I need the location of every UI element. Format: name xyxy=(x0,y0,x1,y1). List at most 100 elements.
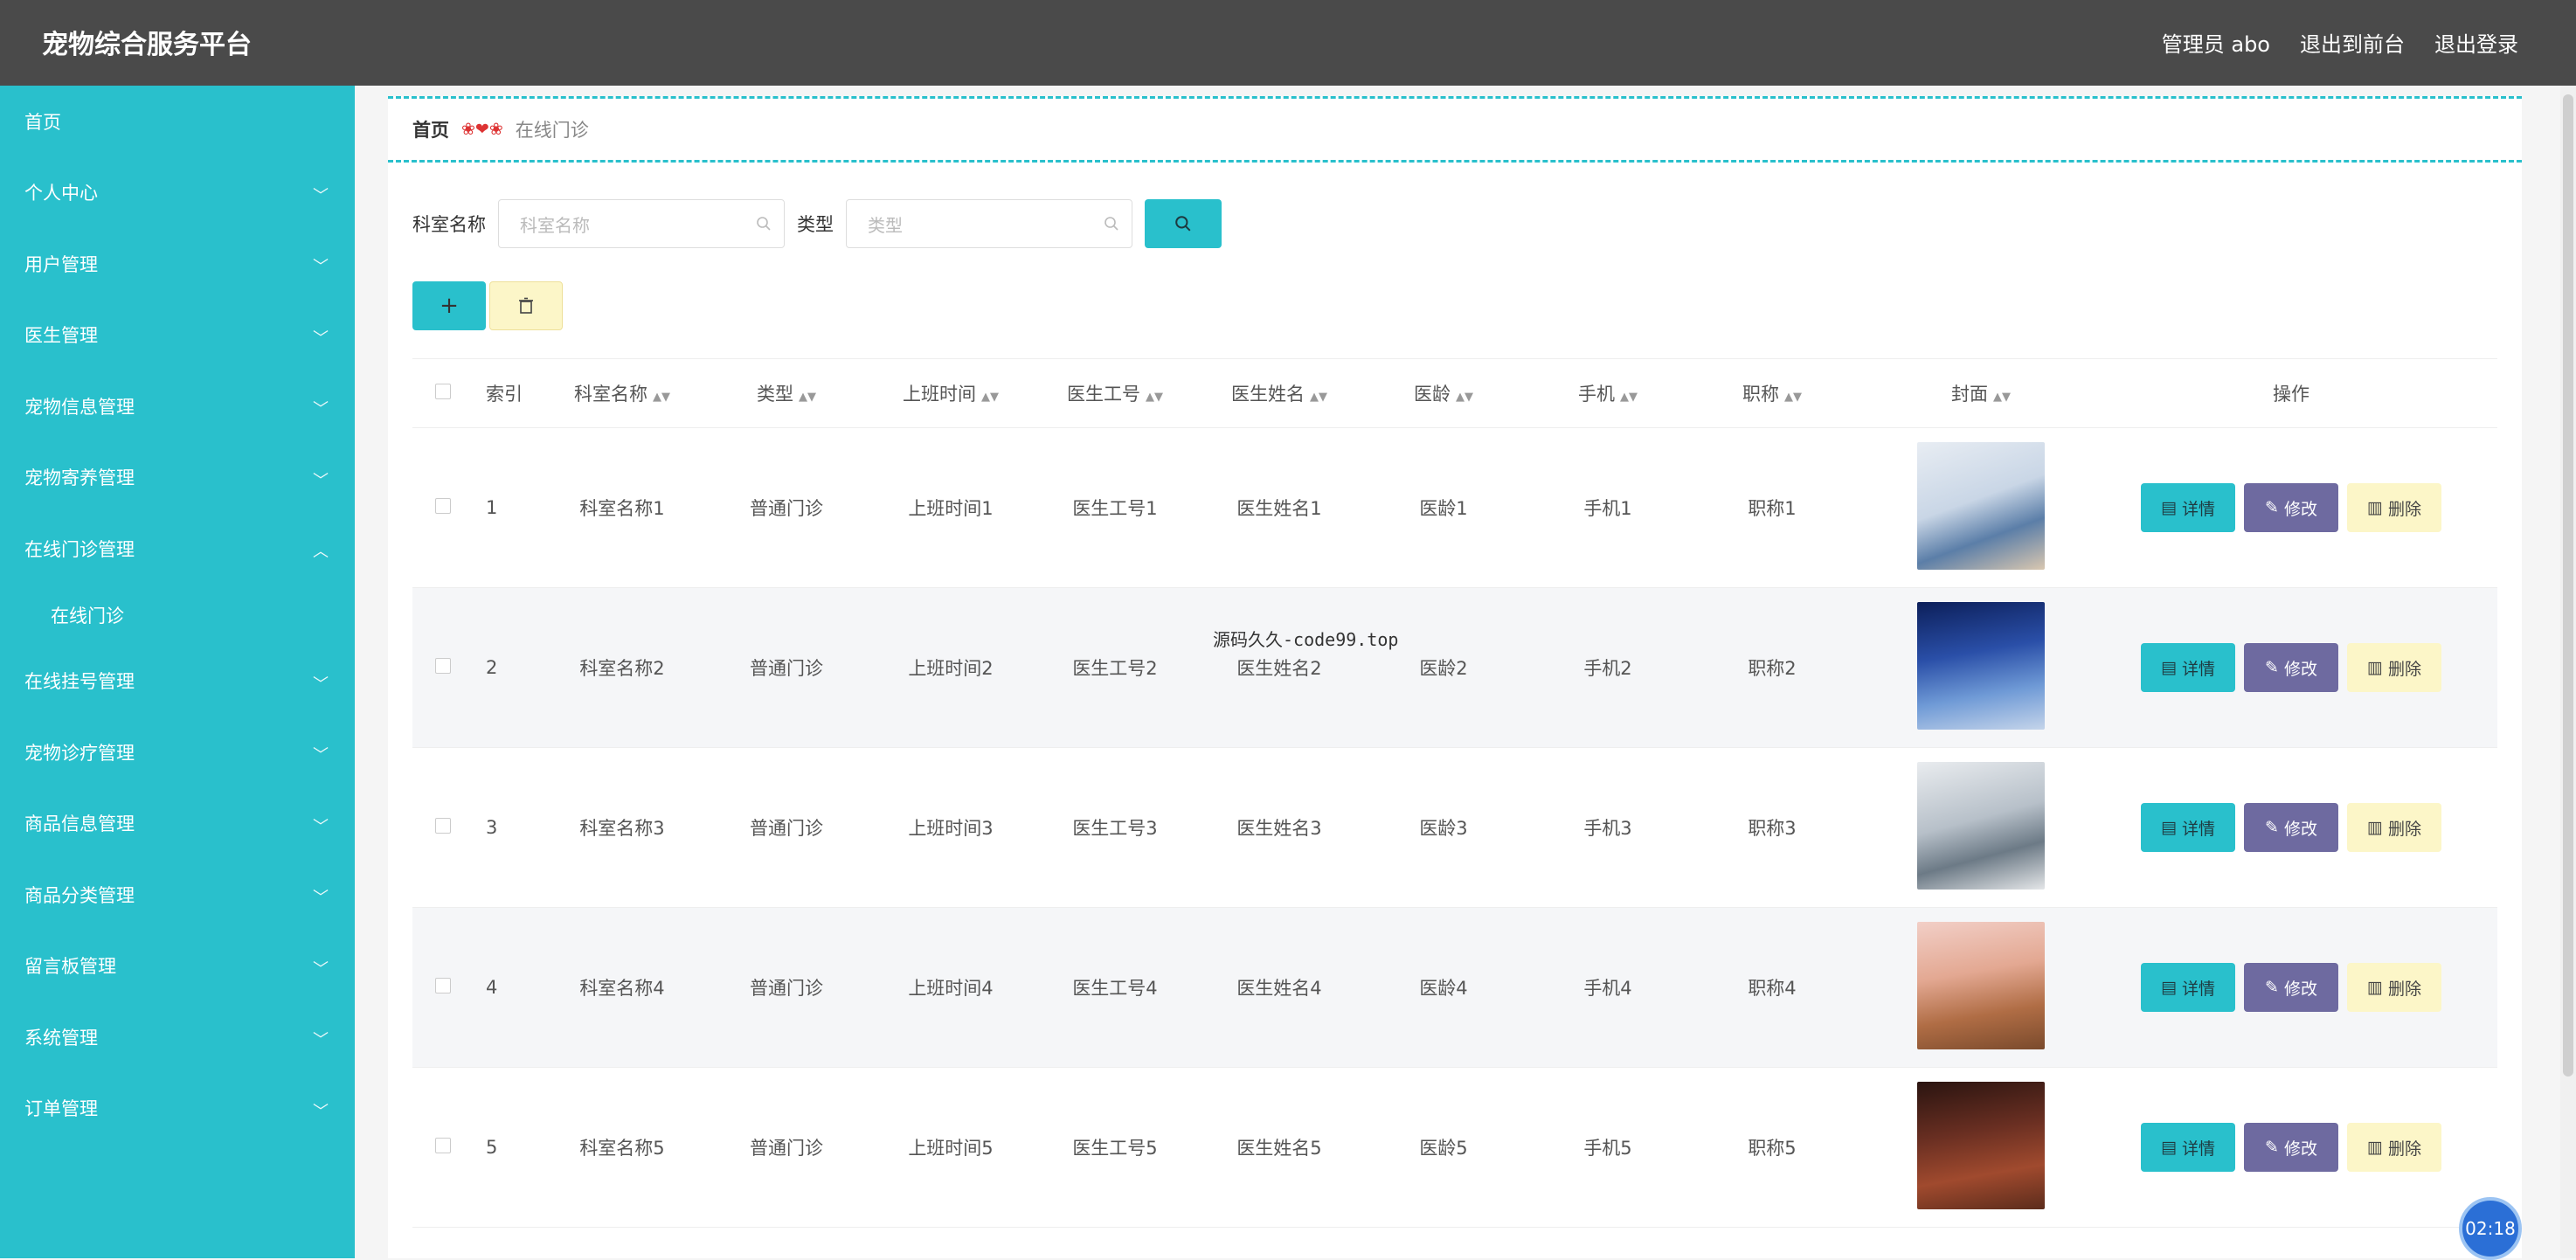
sidebar-item[interactable]: 医生管理 ﹀ xyxy=(0,300,355,371)
cover-image[interactable] xyxy=(1917,441,2045,570)
sidebar-item[interactable]: 在线挂号管理 ﹀ xyxy=(0,646,355,717)
sidebar-item-label: 首页 xyxy=(24,111,61,133)
edit-button[interactable]: ✎ 修改 xyxy=(2244,643,2338,692)
scrollbar[interactable] xyxy=(2560,86,2576,1258)
search-button[interactable] xyxy=(1145,199,1222,248)
cell-cover xyxy=(1854,1081,2108,1214)
cell-time: 上班时间4 xyxy=(908,978,994,999)
cell-docname: 医生姓名4 xyxy=(1236,978,1322,999)
cell-index: 3 xyxy=(486,817,498,838)
cell-dept: 科室名称5 xyxy=(579,1138,665,1159)
logout-link[interactable]: 退出登录 xyxy=(2434,27,2518,58)
col-doctor-id[interactable]: 医生工号 ▲▼ xyxy=(1033,380,1197,406)
top-bar: 宠物综合服务平台 管理员 abo 退出到前台 退出登录 xyxy=(0,0,2576,86)
col-phone[interactable]: 手机 ▲▼ xyxy=(1526,380,1690,406)
sidebar-item[interactable]: 用户管理 ﹀ xyxy=(0,228,355,300)
admin-user-label[interactable]: 管理员 abo xyxy=(2162,27,2270,58)
sort-icon: ▲▼ xyxy=(1146,391,1163,404)
delete-button[interactable]: ▥ 删除 xyxy=(2347,1123,2441,1172)
cover-image[interactable] xyxy=(1917,761,2045,890)
cover-image[interactable] xyxy=(1917,601,2045,730)
delete-button[interactable]: ▥ 删除 xyxy=(2347,643,2441,692)
sidebar-item[interactable]: 宠物信息管理 ﹀ xyxy=(0,370,355,442)
col-type[interactable]: 类型 ▲▼ xyxy=(704,380,869,406)
delete-button[interactable]: ▥ 删除 xyxy=(2347,963,2441,1012)
pencil-icon: ✎ xyxy=(2265,818,2279,837)
col-dept-name[interactable]: 科室名称 ▲▼ xyxy=(540,380,704,406)
row-checkbox[interactable] xyxy=(435,498,451,514)
row-checkbox[interactable] xyxy=(435,658,451,674)
edit-button[interactable]: ✎ 修改 xyxy=(2244,1123,2338,1172)
col-cover[interactable]: 封面 ▲▼ xyxy=(1854,380,2108,406)
detail-button[interactable]: ▤ 详情 xyxy=(2141,803,2235,852)
sidebar-item[interactable]: 订单管理 ﹀ xyxy=(0,1073,355,1145)
sidebar-item[interactable]: 宠物诊疗管理 ﹀ xyxy=(0,717,355,788)
row-checkbox[interactable] xyxy=(435,978,451,993)
sidebar-item[interactable]: 商品分类管理 ﹀ xyxy=(0,859,355,931)
cell-time: 上班时间1 xyxy=(908,498,994,519)
scrollbar-thumb[interactable] xyxy=(2563,94,2573,1077)
sort-icon: ▲▼ xyxy=(799,391,816,404)
dept-name-input[interactable]: 科室名称 xyxy=(498,199,785,248)
detail-button[interactable]: ▤ 详情 xyxy=(2141,483,2235,532)
breadcrumb-home[interactable]: 首页 xyxy=(412,116,449,142)
cell-title: 职称2 xyxy=(1748,658,1797,679)
edit-button[interactable]: ✎ 修改 xyxy=(2244,483,2338,532)
delete-button[interactable]: ▥ 删除 xyxy=(2347,483,2441,532)
select-all-checkbox[interactable] xyxy=(435,384,451,399)
detail-button[interactable]: ▤ 详情 xyxy=(2141,643,2235,692)
trash-icon: ▥ xyxy=(2367,818,2383,837)
sidebar-item-label: 医生管理 xyxy=(24,325,98,347)
sidebar-item[interactable]: 个人中心 ﹀ xyxy=(0,157,355,229)
cell-docname: 医生姓名3 xyxy=(1236,818,1322,839)
col-index: 索引 xyxy=(486,384,523,405)
cell-dept: 科室名称3 xyxy=(579,818,665,839)
chevron-down-icon: ﹀ xyxy=(313,1031,329,1049)
sort-icon: ▲▼ xyxy=(653,391,670,404)
sidebar-item[interactable]: 宠物寄养管理 ﹀ xyxy=(0,442,355,514)
edit-button[interactable]: ✎ 修改 xyxy=(2244,803,2338,852)
sort-icon: ▲▼ xyxy=(1456,391,1473,404)
cover-image[interactable] xyxy=(1917,1081,2045,1209)
sidebar-item[interactable]: 留言板管理 ﹀ xyxy=(0,931,355,1002)
document-icon: ▤ xyxy=(2161,978,2177,997)
sidebar-item[interactable]: 首页 xyxy=(0,86,355,157)
col-doctor-name[interactable]: 医生姓名 ▲▼ xyxy=(1197,380,1361,406)
cell-cover xyxy=(1854,601,2108,734)
detail-button[interactable]: ▤ 详情 xyxy=(2141,1123,2235,1172)
sidebar-item-label: 系统管理 xyxy=(24,1027,98,1049)
row-checkbox[interactable] xyxy=(435,818,451,834)
sidebar-item[interactable]: 在线门诊管理 ︿ xyxy=(0,513,355,585)
col-title[interactable]: 职称 ▲▼ xyxy=(1690,380,1854,406)
table-row: 1 科室名称1 普通门诊 上班时间1 医生工号1 医生姓名1 医龄1 手机1 职称1 ▤ 详情 ✎ 修改… xyxy=(412,428,2497,588)
sidebar-subitem[interactable]: 在线门诊 xyxy=(0,585,355,646)
col-work-time[interactable]: 上班时间 ▲▼ xyxy=(869,380,1033,406)
sidebar-item-label: 在线挂号管理 xyxy=(24,671,135,693)
edit-button[interactable]: ✎ 修改 xyxy=(2244,963,2338,1012)
add-button[interactable]: + xyxy=(412,281,486,330)
cell-cover xyxy=(1854,761,2108,894)
cell-age: 医龄3 xyxy=(1419,818,1468,839)
row-checkbox[interactable] xyxy=(435,1138,451,1153)
batch-delete-button[interactable] xyxy=(489,281,563,330)
sidebar-item-label: 在线门诊管理 xyxy=(24,538,135,560)
cell-phone: 手机3 xyxy=(1583,818,1632,839)
cell-age: 医龄5 xyxy=(1419,1138,1468,1159)
delete-button[interactable]: ▥ 删除 xyxy=(2347,803,2441,852)
top-actions: 管理员 abo 退出到前台 退出登录 xyxy=(2162,27,2518,58)
sidebar-item-label: 宠物诊疗管理 xyxy=(24,742,135,764)
sidebar-item[interactable]: 系统管理 ﹀ xyxy=(0,1001,355,1073)
type-input[interactable]: 类型 xyxy=(846,199,1132,248)
row-select-cell xyxy=(412,1137,474,1158)
sidebar-item[interactable]: 商品信息管理 ﹀ xyxy=(0,788,355,860)
cell-title: 职称5 xyxy=(1748,1138,1797,1159)
cover-image[interactable] xyxy=(1917,921,2045,1049)
cell-actions: ▤ 详情 ✎ 修改 ▥ 删除 xyxy=(2108,483,2475,532)
col-doctor-age[interactable]: 医龄 ▲▼ xyxy=(1361,380,1526,406)
back-to-frontend-link[interactable]: 退出到前台 xyxy=(2300,27,2405,58)
detail-button[interactable]: ▤ 详情 xyxy=(2141,963,2235,1012)
chevron-down-icon: ﹀ xyxy=(313,471,329,490)
trash-icon xyxy=(519,297,533,314)
row-select-cell xyxy=(412,657,474,678)
timer-badge[interactable]: 02:18 xyxy=(2459,1197,2522,1260)
